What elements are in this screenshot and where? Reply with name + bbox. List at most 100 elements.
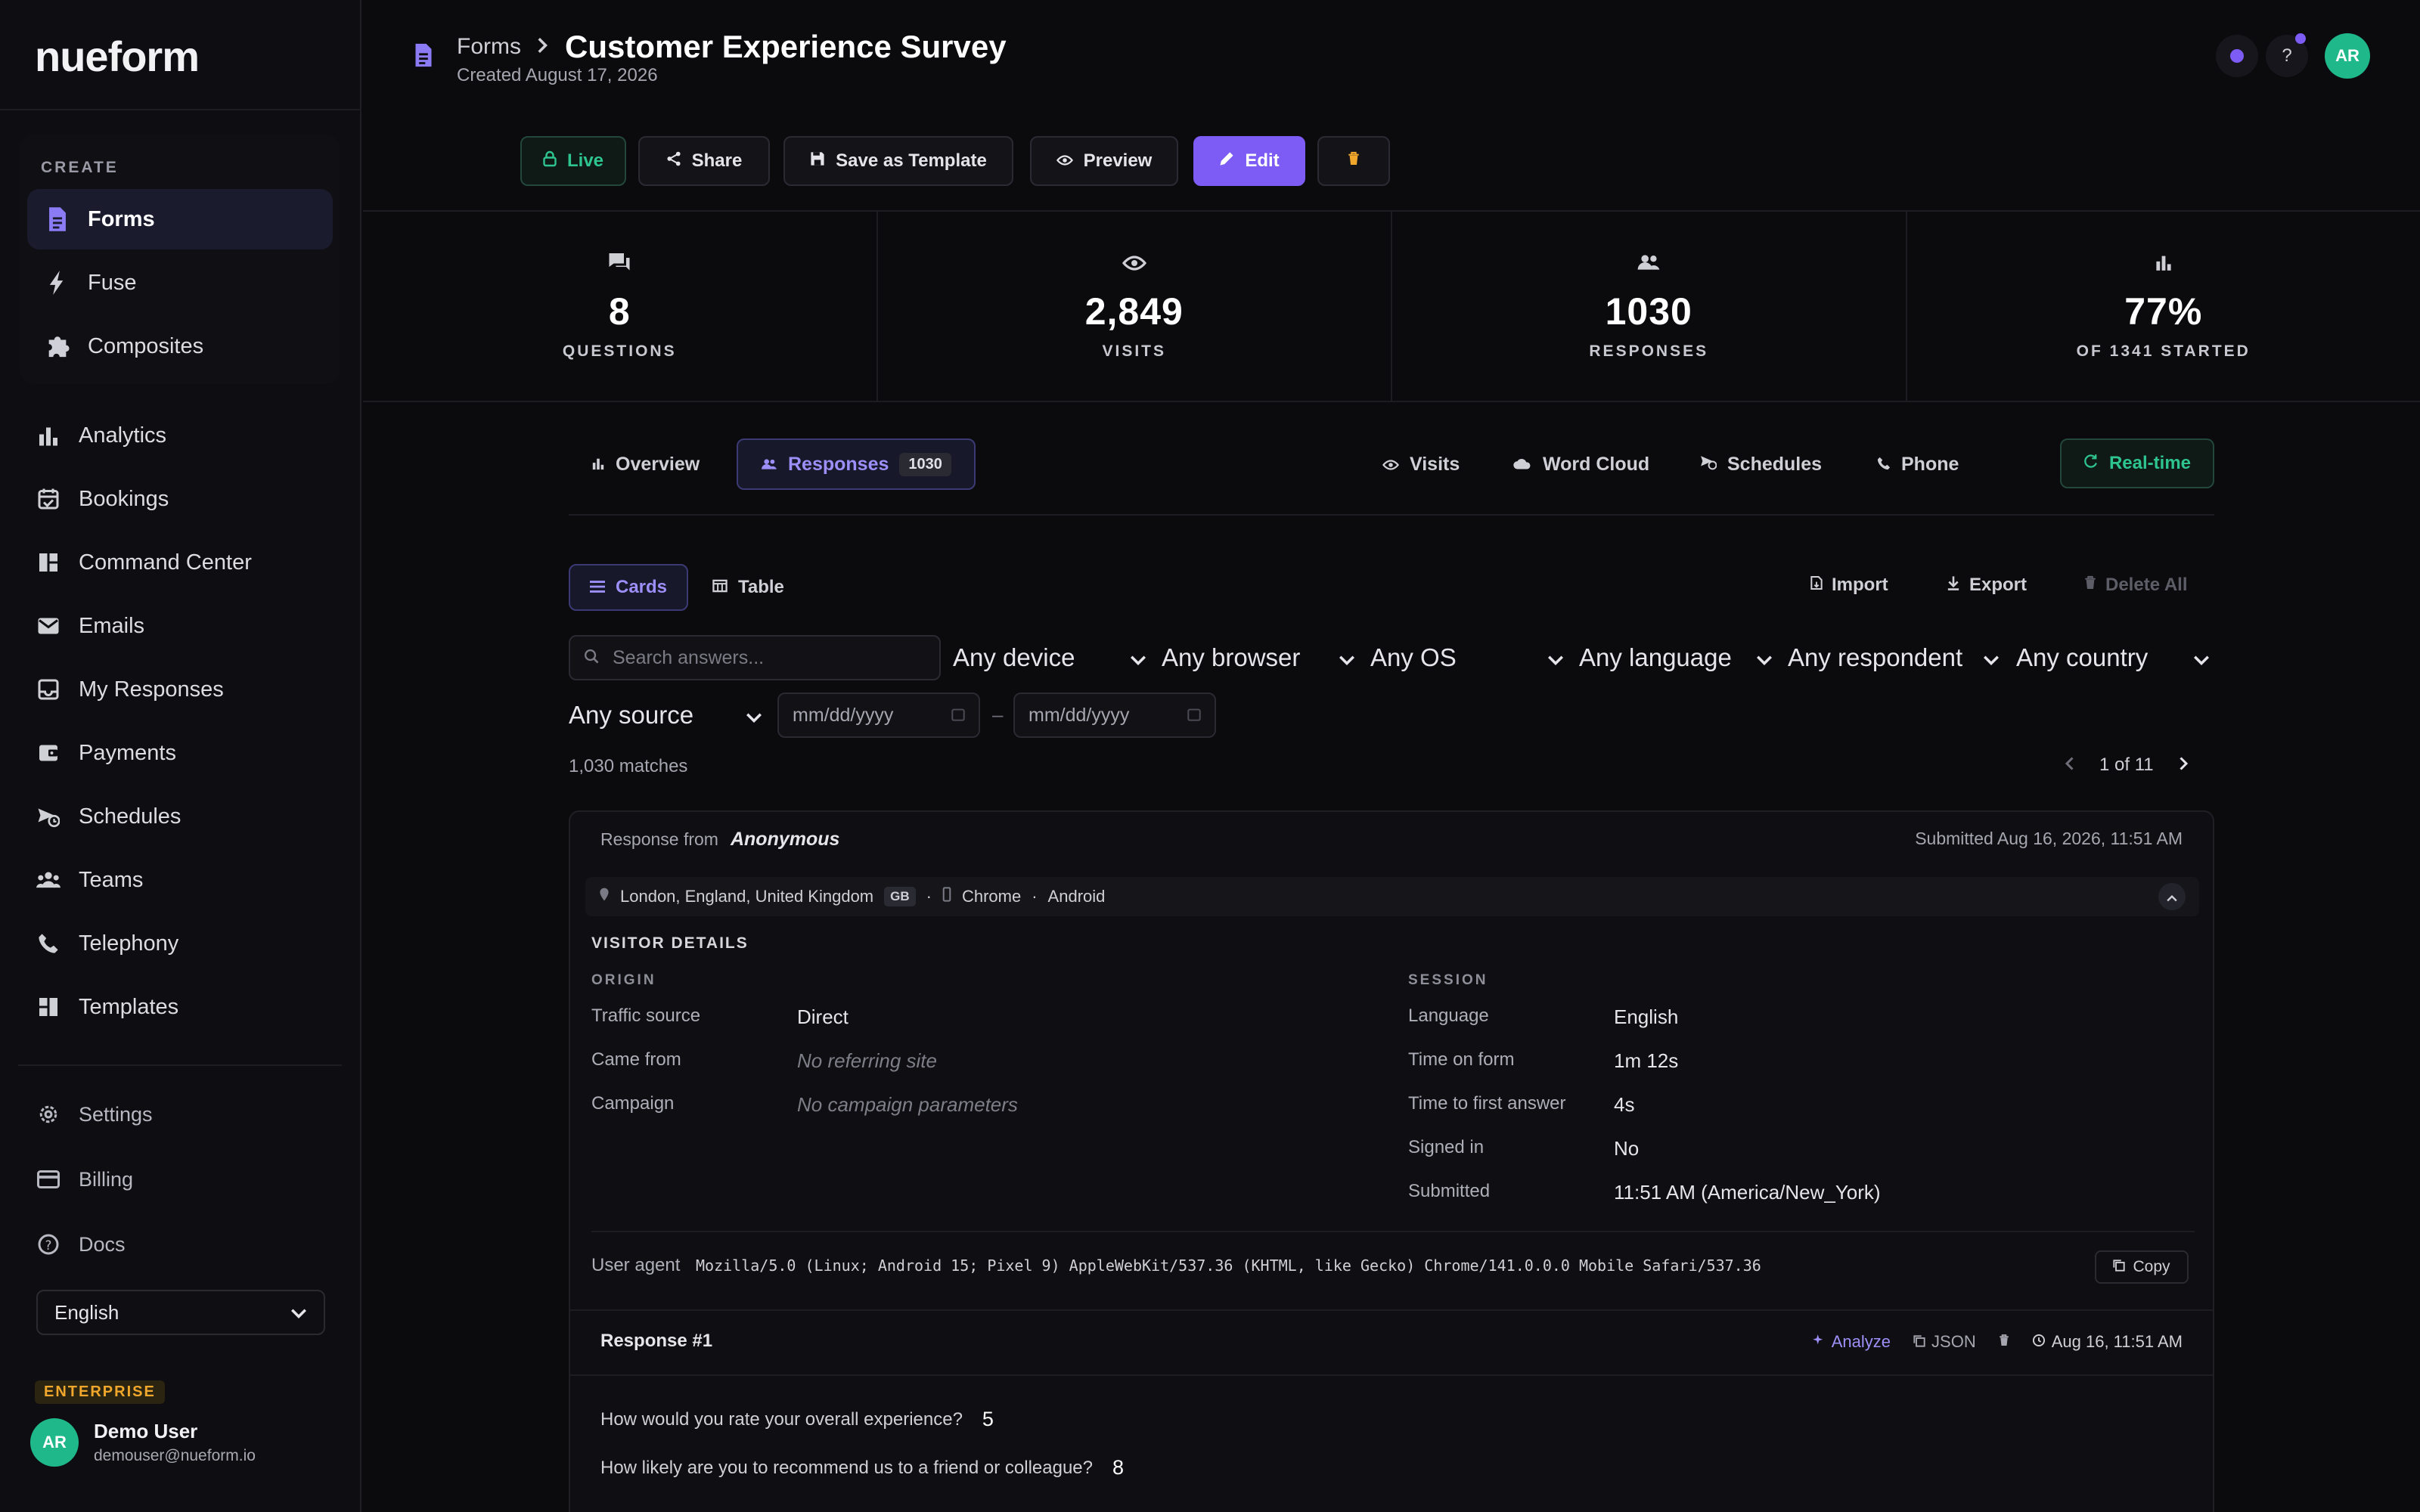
signed-in-label: Signed in	[1408, 1137, 1485, 1157]
view-cards-button[interactable]: Cards	[569, 564, 689, 611]
sidebar-item-telephony[interactable]: Telephony	[35, 927, 178, 960]
sidebar-item-composites[interactable]: Composites	[44, 330, 203, 363]
tab-label: Responses	[788, 453, 889, 475]
visitor-summary-bar[interactable]: London, England, United Kingdom GB · Chr…	[585, 877, 2199, 916]
edit-button[interactable]: Edit	[1193, 136, 1305, 186]
sidebar-item-templates[interactable]: Templates	[35, 990, 178, 1024]
divider	[591, 1231, 2195, 1232]
sidebar-item-emails[interactable]: Emails	[35, 609, 144, 643]
gear-icon	[35, 1101, 62, 1128]
sidebar-item-settings[interactable]: Settings	[35, 1098, 153, 1131]
trash-icon[interactable]	[1999, 1332, 2009, 1352]
user-email: demouser@nueform.io	[94, 1447, 256, 1464]
export-button[interactable]: Export	[1947, 575, 2027, 596]
stat-label: RESPONSES	[1589, 342, 1709, 360]
page-title: Customer Experience Survey	[565, 29, 1007, 64]
date-to-input[interactable]: mm/dd/yyyy	[1013, 692, 1216, 738]
trash-icon	[1348, 150, 1360, 172]
device-filter[interactable]: Any device	[953, 640, 1146, 676]
stat-value: 1030	[1605, 290, 1692, 333]
language-value: English	[54, 1300, 119, 1324]
date-to-placeholder: mm/dd/yyyy	[1028, 704, 1130, 726]
pencil-icon	[1219, 150, 1234, 172]
chevron-down-icon	[2193, 643, 2210, 672]
import-button[interactable]: Import	[1810, 575, 1888, 596]
view-table-button[interactable]: Table	[693, 564, 804, 611]
tab-schedules[interactable]: Schedules	[1677, 438, 1844, 490]
edit-label: Edit	[1245, 150, 1280, 171]
tab-responses[interactable]: Responses 1030	[737, 438, 976, 490]
delete-button[interactable]	[1317, 136, 1390, 186]
sidebar-item-docs[interactable]: ? Docs	[35, 1228, 126, 1261]
tab-phone[interactable]: Phone	[1854, 438, 1981, 490]
sidebar-item-label: Payments	[79, 740, 176, 765]
preview-button[interactable]: Preview	[1030, 136, 1178, 186]
language-filter[interactable]: Any language	[1579, 640, 1773, 676]
country-filter[interactable]: Any country	[2016, 640, 2210, 676]
respondent-filter[interactable]: Any respondent	[1788, 640, 2000, 676]
lock-icon	[543, 150, 557, 172]
divider	[18, 1064, 342, 1066]
avatar[interactable]: AR	[2325, 33, 2370, 79]
location-text: London, England, United Kingdom	[620, 887, 874, 906]
count-badge: 1030	[899, 452, 951, 476]
sidebar-item-payments[interactable]: Payments	[35, 736, 176, 770]
calendar-icon	[951, 705, 965, 727]
created-date: Created August 17, 2026	[457, 65, 658, 85]
sidebar-item-my-responses[interactable]: My Responses	[35, 673, 224, 706]
chevron-down-icon	[1130, 643, 1146, 672]
sidebar: nueform CREATE Forms Fuse Composites Ana…	[0, 0, 361, 1512]
export-label: Export	[1969, 575, 2028, 595]
breadcrumb-forms[interactable]: Forms	[457, 34, 521, 60]
chevron-right-icon[interactable]	[2180, 754, 2189, 776]
delete-all-button[interactable]: Delete All	[2084, 575, 2187, 596]
document-icon	[413, 42, 434, 72]
collapse-button[interactable]	[2158, 883, 2186, 910]
sidebar-item-bookings[interactable]: Bookings	[35, 482, 169, 516]
sidebar-item-label: My Responses	[79, 677, 224, 702]
sidebar-item-label: Billing	[79, 1167, 134, 1191]
view-cards-label: Cards	[616, 577, 668, 597]
logo[interactable]: nueform	[35, 33, 200, 80]
language-label: Language	[1408, 1005, 1489, 1026]
tab-word-cloud[interactable]: Word Cloud	[1490, 438, 1672, 490]
date-from-placeholder: mm/dd/yyyy	[793, 704, 894, 726]
divider	[570, 1309, 2213, 1311]
save-template-button[interactable]: Save as Template	[783, 136, 1013, 186]
copy-button[interactable]: Copy	[2095, 1250, 2189, 1284]
page-indicator: 1 of 11	[2099, 754, 2154, 775]
copy-icon	[1913, 1332, 1925, 1352]
sidebar-item-fuse[interactable]: Fuse	[44, 266, 136, 299]
stat-value: 8	[608, 290, 631, 333]
search-input[interactable]: Search answers...	[569, 635, 941, 680]
avatar[interactable]: AR	[30, 1418, 79, 1467]
json-button[interactable]: JSON	[1913, 1332, 1976, 1352]
trash-icon	[2084, 575, 2096, 596]
analyze-button[interactable]: Analyze	[1812, 1332, 1891, 1352]
date-from-input[interactable]: mm/dd/yyyy	[777, 692, 980, 738]
live-button[interactable]: Live	[520, 136, 626, 186]
sidebar-item-analytics[interactable]: Analytics	[35, 419, 166, 452]
calendar-icon	[1187, 705, 1201, 727]
chevron-left-icon[interactable]	[2065, 754, 2074, 776]
sidebar-item-teams[interactable]: Teams	[35, 863, 143, 897]
response-number: Response #1	[600, 1331, 713, 1351]
source-filter[interactable]: Any source	[569, 697, 762, 733]
people-icon	[761, 454, 777, 476]
first-answer-label: Time to first answer	[1408, 1093, 1566, 1114]
sidebar-item-schedules[interactable]: Schedules	[35, 800, 181, 833]
status-indicator[interactable]	[2216, 35, 2258, 77]
os-filter[interactable]: Any OS	[1370, 640, 1564, 676]
language-select[interactable]: English	[36, 1290, 325, 1335]
create-label: CREATE	[41, 159, 119, 176]
browser-filter[interactable]: Any browser	[1162, 640, 1355, 676]
dashboard-icon	[35, 549, 62, 576]
sidebar-item-command-center[interactable]: Command Center	[35, 546, 252, 579]
sidebar-item-billing[interactable]: Billing	[35, 1163, 133, 1196]
sidebar-item-forms[interactable]: Forms	[27, 189, 333, 249]
realtime-button[interactable]: Real-time	[2060, 438, 2214, 488]
share-button[interactable]: Share	[638, 136, 770, 186]
tab-label: Schedules	[1727, 453, 1823, 475]
tab-overview[interactable]: Overview	[569, 438, 722, 490]
tab-visits[interactable]: Visits	[1360, 438, 1482, 490]
